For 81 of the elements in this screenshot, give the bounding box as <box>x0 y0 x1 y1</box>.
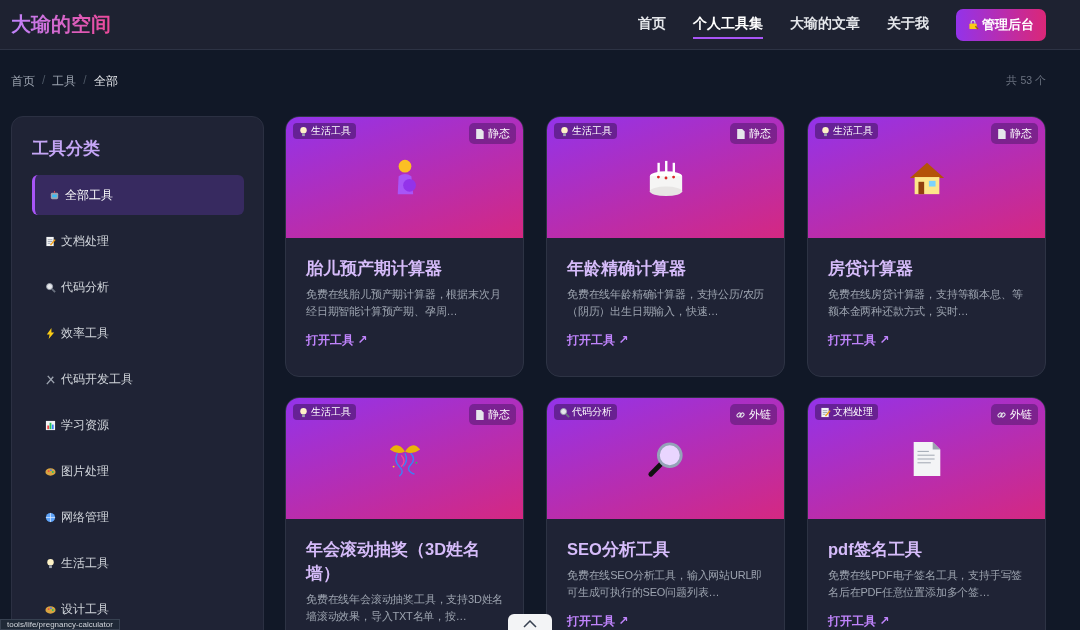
card-title: 胎儿预产期计算器 <box>306 258 443 279</box>
nav-link[interactable]: 关于我 <box>887 10 929 39</box>
lightbulb-icon <box>820 125 831 137</box>
category-item[interactable]: 代码开发工具 <box>32 359 244 399</box>
open-tool-link[interactable]: 打开工具 ↗ <box>567 613 770 629</box>
open-tool-link[interactable]: 打开工具 ↗ <box>306 332 509 348</box>
globe-icon <box>45 511 56 523</box>
tag-label: 生活工具 <box>311 124 351 138</box>
tool-card[interactable]: 文档处理 外链 pdf签名工具 免费在线PDF电子签名工具，支持手写签名后在PDF任意位置添加多个签… 打开工具 ↗ <box>807 397 1046 630</box>
document-icon <box>475 128 484 139</box>
palette-icon <box>45 465 56 477</box>
card-description: 免费在线房贷计算器，支持等额本息、等额本金两种还款方式，实时… <box>828 287 1024 319</box>
tool-card[interactable]: 生活工具 静态 年会滚动抽奖（3D姓名墙） 免费在线年会滚动抽奖工具，支持3D姓名墙滚动效果，导入TXT名单，按… <box>285 397 524 630</box>
nav-link[interactable]: 大瑜的文章 <box>790 10 860 39</box>
tool-card[interactable]: 生活工具 静态 年龄精确计算器 免费在线年龄精确计算器，支持公历/农历（阴历）出生日期输入，快速… 打开工具 ↗ <box>546 116 785 377</box>
document-icon <box>997 128 1006 139</box>
tool-card[interactable]: 生活工具 静态 胎儿预产期计算器 免费在线胎儿预产期计算器，根据末次月经日期智能计算预产期、孕周… 打开工具 ↗ <box>285 116 524 377</box>
open-tool-link[interactable]: 打开工具 ↗ <box>828 332 1031 348</box>
link-icon <box>997 409 1006 420</box>
link-icon <box>736 409 745 420</box>
badge-label: 静态 <box>488 407 510 422</box>
card-description: 免费在线胎儿预产期计算器，根据末次月经日期智能计算预产期、孕周… <box>306 287 502 319</box>
admin-button[interactable]: 管理后台 <box>956 8 1046 41</box>
document-icon <box>475 409 484 420</box>
chevron-up-icon <box>523 620 537 628</box>
tag-label: 生活工具 <box>833 124 873 138</box>
category-item[interactable]: 图片处理 <box>32 451 244 491</box>
url-tooltip: tools/life/pregnancy-calculator <box>0 619 120 630</box>
tool-card[interactable]: 代码分析 外链 SEO分析工具 免费在线SEO分析工具，输入网站URL即可生成可执行的SEO问题列表… 打开工具 ↗ <box>546 397 785 630</box>
lightbulb-icon <box>298 406 309 418</box>
category-item[interactable]: 网络管理 <box>32 497 244 537</box>
card-description: 免费在线PDF电子签名工具，支持手写签名后在PDF任意位置添加多个签… <box>828 568 1024 600</box>
nav-link[interactable]: 首页 <box>638 10 666 39</box>
card-title: SEO分析工具 <box>567 539 671 560</box>
magnifier-icon <box>45 281 56 293</box>
tag-label: 文档处理 <box>833 405 873 419</box>
card-description: 免费在线年龄精确计算器，支持公历/农历（阴历）出生日期输入，快速… <box>567 287 766 319</box>
breadcrumb-separator: / <box>42 72 46 89</box>
breadcrumb-link[interactable]: 首页 <box>11 72 35 90</box>
tag-label: 代码分析 <box>572 405 612 419</box>
category-item[interactable]: 生活工具 <box>32 543 244 583</box>
badge-label: 外链 <box>1010 407 1032 422</box>
bar-chart-icon <box>45 419 56 431</box>
category-item[interactable]: 效率工具 <box>32 313 244 353</box>
tag-label: 生活工具 <box>311 405 351 419</box>
breadcrumb-link[interactable]: 工具 <box>52 72 77 90</box>
card-title: 年龄精确计算器 <box>567 258 687 279</box>
category-item[interactable]: 文档处理 <box>32 221 244 261</box>
category-item[interactable]: 全部工具 <box>32 175 244 215</box>
card-description: 免费在线年会滚动抽奖工具，支持3D姓名墙滚动效果，导入TXT名单，按… <box>306 592 505 624</box>
badge-label: 静态 <box>749 126 771 141</box>
tag-label: 生活工具 <box>572 124 612 138</box>
nav-link[interactable]: 个人工具集 <box>693 10 763 39</box>
badge-label: 静态 <box>488 126 510 141</box>
tool-card[interactable]: 生活工具 静态 房贷计算器 免费在线房贷计算器，支持等额本息、等额本金两种还款方式，实时… 打开工具 ↗ <box>807 116 1046 377</box>
palette-icon <box>45 603 56 615</box>
breadcrumb-separator: / <box>83 72 87 89</box>
category-item[interactable]: 代码分析 <box>32 267 244 307</box>
memo-icon <box>45 235 56 247</box>
robot-icon <box>49 189 60 201</box>
card-description: 免费在线SEO分析工具，输入网站URL即可生成可执行的SEO问题列表… <box>567 568 764 600</box>
lightbulb-icon <box>298 125 309 137</box>
open-tool-link[interactable]: 打开工具 ↗ <box>567 332 770 348</box>
lightbulb-icon <box>45 557 56 569</box>
badge-label: 静态 <box>1010 126 1032 141</box>
panel-title: 工具分类 <box>32 138 101 160</box>
card-title: 年会滚动抽奖（3D姓名墙） <box>306 539 482 585</box>
card-title: 房贷计算器 <box>828 258 914 280</box>
breadcrumb-current: 全部 <box>93 72 118 90</box>
scroll-top-button[interactable] <box>508 614 552 630</box>
card-title: pdf签名工具 <box>828 539 923 560</box>
lock-key-icon <box>968 19 979 30</box>
tool-count: 共 53 个 <box>1006 74 1046 88</box>
lightning-icon <box>45 327 56 339</box>
magnifier-icon <box>559 406 570 418</box>
badge-label: 外链 <box>749 407 771 422</box>
memo-icon <box>820 406 831 418</box>
document-icon <box>736 128 745 139</box>
lightbulb-icon <box>559 125 570 137</box>
category-item[interactable]: 学习资源 <box>32 405 244 445</box>
open-tool-link[interactable]: 打开工具 ↗ <box>828 613 1031 629</box>
